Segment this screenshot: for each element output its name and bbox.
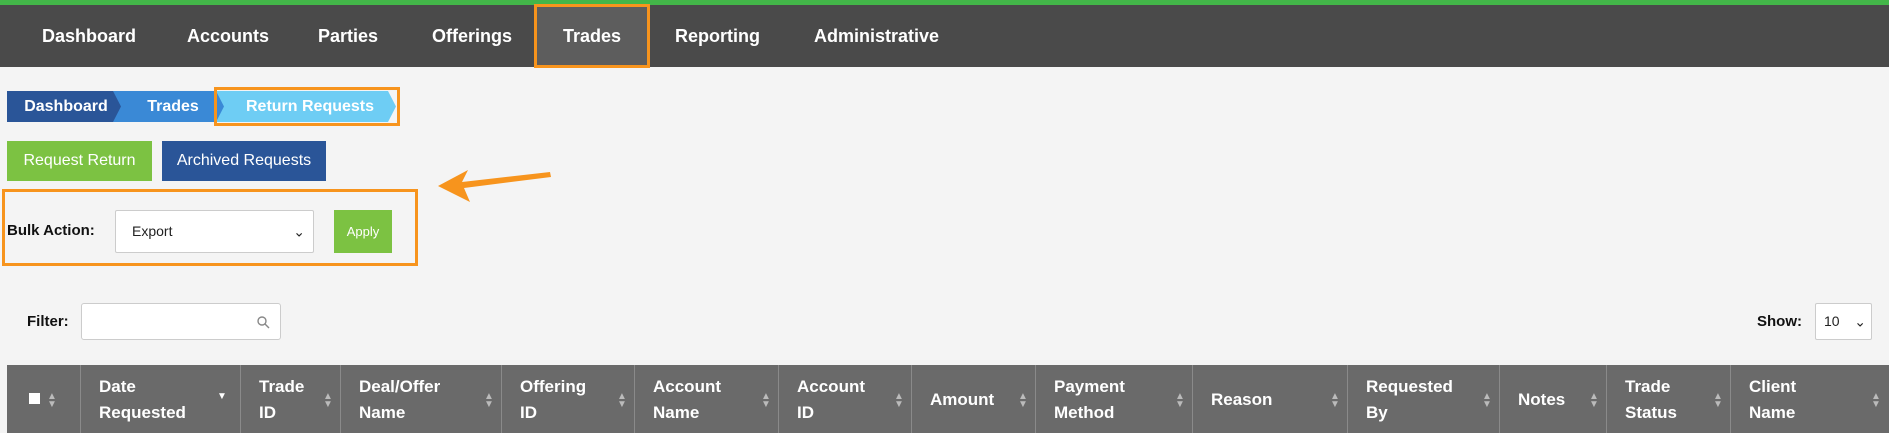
col-payment-method[interactable]: Payment Method ▲ ▼ [1036,365,1193,433]
bulk-action-label: Bulk Action: [7,222,95,239]
archived-requests-button[interactable]: Archived Requests [162,141,326,181]
sort-icon[interactable]: ▲ ▼ [323,392,333,410]
bulk-action-select[interactable]: Export ⌄ [115,210,314,253]
show-value: 10 [1824,313,1840,329]
show-select[interactable]: 10 ⌄ [1815,303,1872,340]
apply-button[interactable]: Apply [334,210,392,253]
request-return-button[interactable]: Request Return [7,141,152,181]
select-all-column: ▲ ▼ [7,365,81,433]
col-account-id[interactable]: Account ID ▲ ▼ [779,365,912,433]
sort-icon[interactable]: ▲ ▼ [1482,392,1492,410]
nav-dashboard[interactable]: Dashboard [42,5,136,67]
nav-accounts[interactable]: Accounts [187,5,269,67]
col-deal-offer-name[interactable]: Deal/Offer Name ▲ ▼ [341,365,502,433]
col-reason[interactable]: Reason ▲ ▼ [1193,365,1348,433]
show-label: Show: [1757,313,1802,330]
table-header: ▲ ▼ Date Requested ▼ Trade ID ▲ ▼ Deal/Off… [7,365,1889,433]
sort-icon[interactable]: ▲ ▼ [1871,392,1881,410]
nav-administrative[interactable]: Administrative [814,5,939,67]
sort-icon[interactable]: ▲ ▼ [1589,392,1599,410]
select-all-checkbox[interactable] [29,393,40,404]
sort-icon[interactable]: ▲ ▼ [1175,392,1185,410]
sort-icon[interactable]: ▲ ▼ [1330,392,1340,410]
nav-reporting[interactable]: Reporting [675,5,760,67]
col-trade-status[interactable]: Trade Status ▲ ▼ [1607,365,1731,433]
nav-parties[interactable]: Parties [318,5,378,67]
sort-icon[interactable]: ▲ ▼ [1018,392,1028,410]
col-notes[interactable]: Notes ▲ ▼ [1500,365,1607,433]
bulk-action-value: Export [132,223,173,239]
chevron-down-icon: ⌄ [1854,313,1866,329]
sort-icon[interactable]: ▲ ▼ [894,392,904,410]
nav-offerings[interactable]: Offerings [432,5,512,67]
col-date-requested[interactable]: Date Requested ▼ [81,365,241,433]
col-requested-by[interactable]: Requested By ▲ ▼ [1348,365,1500,433]
breadcrumb-trades[interactable]: Trades [113,91,225,122]
filter-input[interactable] [81,303,281,340]
sort-icon[interactable]: ▲ ▼ [484,392,494,410]
col-client-name[interactable]: Client Name ▲ ▼ [1731,365,1889,433]
breadcrumb-highlight [214,87,400,126]
col-offering-id[interactable]: Offering ID ▲ ▼ [502,365,635,433]
col-trade-id[interactable]: Trade ID ▲ ▼ [241,365,341,433]
sort-icon[interactable]: ▲ ▼ [761,392,771,410]
arrow-annotation-icon [438,170,551,202]
sort-desc-icon[interactable]: ▼ [217,392,227,402]
filter-label: Filter: [27,313,69,330]
breadcrumb-dashboard[interactable]: Dashboard [7,91,125,122]
search-icon [257,316,270,329]
sort-icon[interactable]: ▲ ▼ [47,392,57,410]
chevron-down-icon: ⌄ [293,223,305,239]
col-amount[interactable]: Amount ▲ ▼ [912,365,1036,433]
top-nav: Dashboard Accounts Parties Offerings Tra… [0,0,1889,68]
col-account-name[interactable]: Account Name ▲ ▼ [635,365,779,433]
sort-icon[interactable]: ▲ ▼ [617,392,627,410]
sort-icon[interactable]: ▲ ▼ [1713,392,1723,410]
nav-trades[interactable]: Trades [534,4,650,68]
